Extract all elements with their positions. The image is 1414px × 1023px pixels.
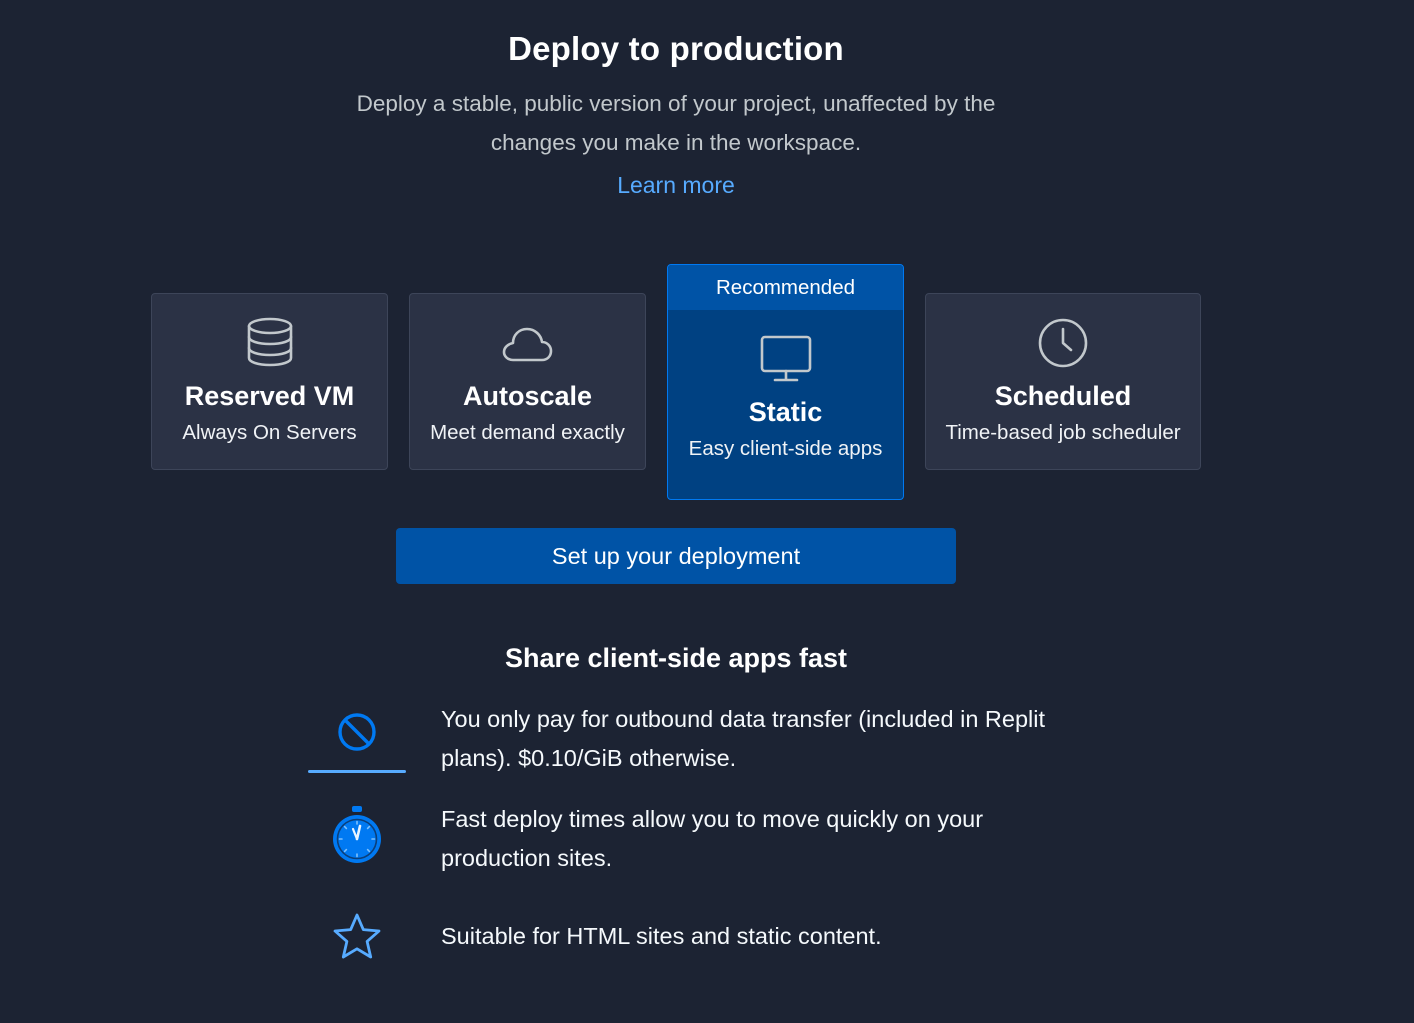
card-description: Easy client-side apps <box>688 437 883 460</box>
features-title: Share client-side apps fast <box>504 643 848 673</box>
card-description: Meet demand exactly <box>430 421 625 444</box>
learn-more-link[interactable]: Learn more <box>0 172 1352 199</box>
card-description: Always On Servers <box>182 421 357 444</box>
feature-item: Suitable for HTML sites and static conte… <box>300 913 1060 967</box>
card-title: Autoscale <box>462 381 593 411</box>
page-title: Deploy to production <box>508 30 844 67</box>
deployment-option-reserved-vm[interactable]: Reserved VM Always On Servers <box>151 293 388 470</box>
recommended-badge: Recommended <box>668 265 903 310</box>
feature-item: Fast deploy times allow you to move quic… <box>300 800 1060 880</box>
feature-underline <box>308 770 406 773</box>
deployment-option-autoscale[interactable]: Autoscale Meet demand exactly <box>409 293 646 470</box>
no-symbol-icon <box>308 710 406 754</box>
set-up-deployment-button[interactable]: Set up your deployment <box>396 528 956 584</box>
database-icon <box>242 314 298 370</box>
star-icon <box>308 912 406 962</box>
clock-icon <box>1035 314 1091 370</box>
card-title: Reserved VM <box>184 381 355 411</box>
feature-text: Suitable for HTML sites and static conte… <box>441 923 882 949</box>
deployment-option-scheduled[interactable]: Scheduled Time-based job scheduler <box>925 293 1201 470</box>
card-title: Scheduled <box>994 381 1132 411</box>
feature-text: You only pay for outbound data transfer … <box>441 706 1046 771</box>
card-title: Static <box>748 397 823 427</box>
stopwatch-icon <box>308 805 406 867</box>
page-subtitle: Deploy a stable, public version of your … <box>356 91 996 155</box>
feature-item: You only pay for outbound data transfer … <box>300 700 1060 780</box>
feature-text: Fast deploy times allow you to move quic… <box>441 806 984 871</box>
deployment-option-static[interactable]: Recommended Static Easy client-side apps <box>667 264 904 500</box>
cloud-icon <box>500 316 556 372</box>
monitor-icon <box>758 331 814 387</box>
card-description: Time-based job scheduler <box>945 421 1181 444</box>
